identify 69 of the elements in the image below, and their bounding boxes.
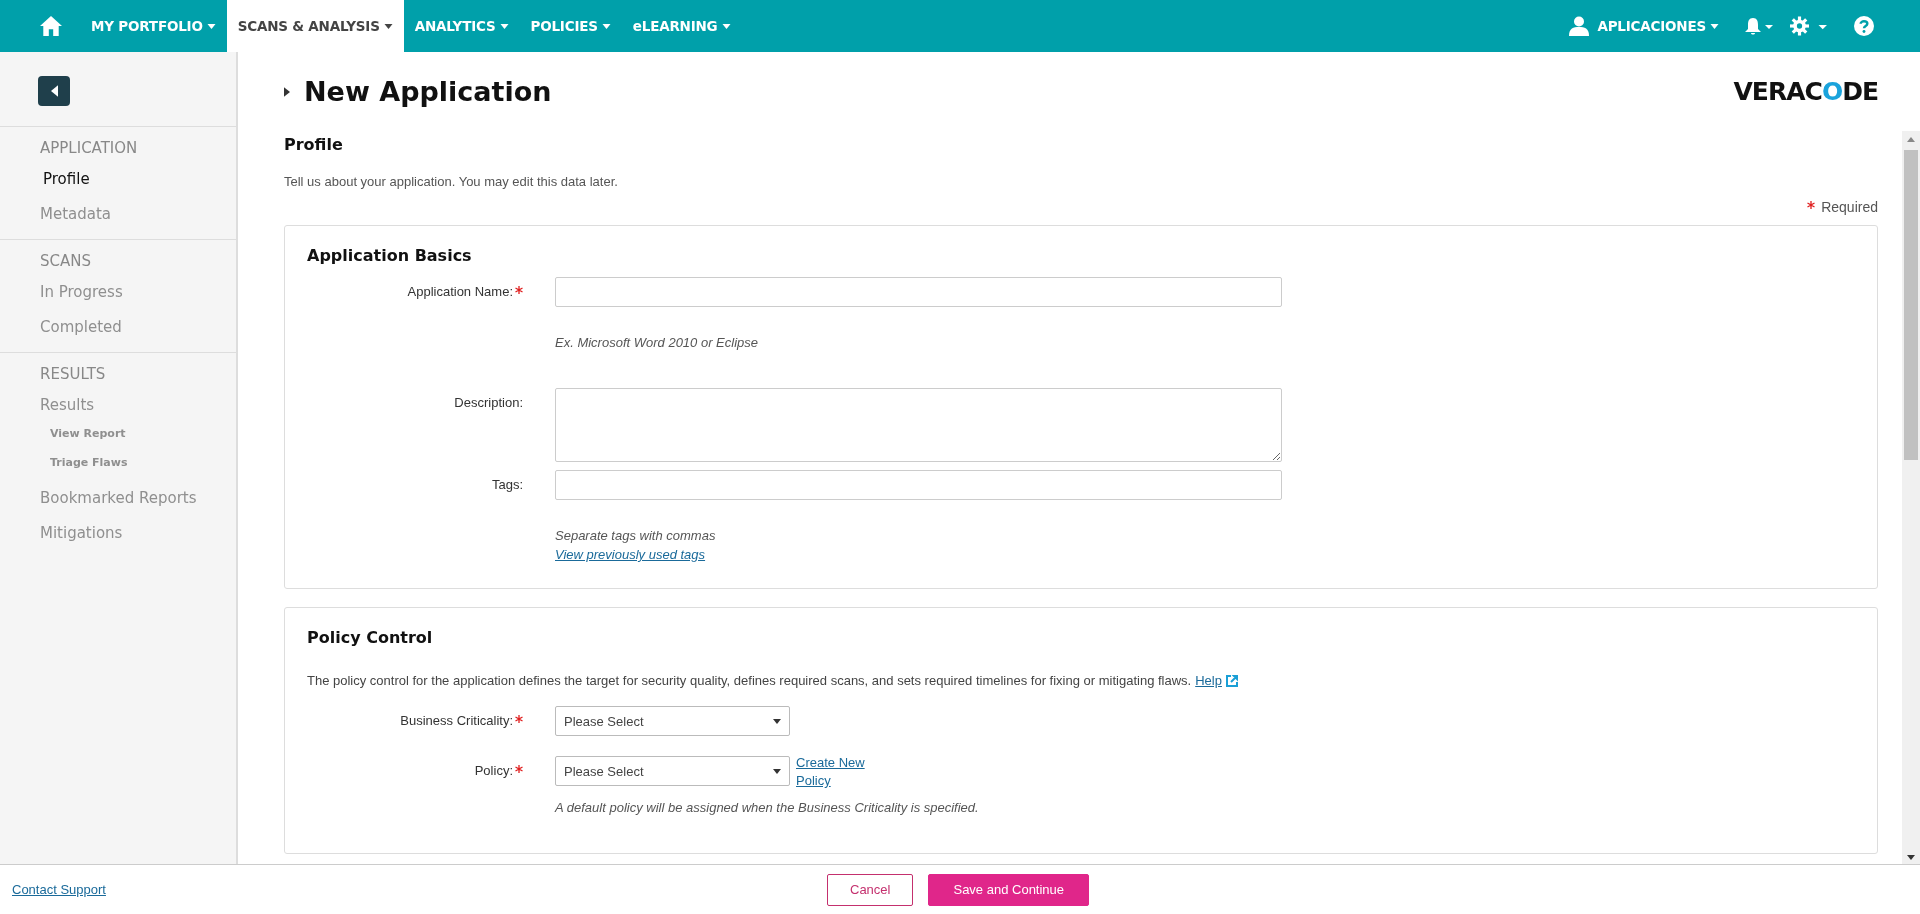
field-label: Application Name: bbox=[407, 284, 513, 301]
field-label: Business Criticality: bbox=[400, 713, 513, 730]
caret-icon bbox=[601, 23, 611, 29]
sidebar-subitem[interactable]: View Report bbox=[40, 424, 236, 453]
textarea-input[interactable] bbox=[555, 388, 1282, 462]
required-icon bbox=[515, 286, 523, 294]
user-menu[interactable]: APLICACIONES bbox=[1589, 0, 1730, 52]
field-label: Policy: bbox=[474, 763, 513, 780]
sidebar-item[interactable]: Bookmarked Reports bbox=[40, 482, 236, 517]
sidebar-section-title: APPLICATION bbox=[40, 139, 139, 159]
text-input[interactable] bbox=[555, 277, 1282, 307]
sidebar-item[interactable]: Completed bbox=[40, 311, 236, 346]
required-legend: Required bbox=[1821, 199, 1878, 215]
sidebar-item[interactable]: Metadata bbox=[40, 198, 236, 233]
home-icon[interactable] bbox=[40, 16, 62, 36]
nav-menu-item[interactable]: MY PORTFOLIO bbox=[80, 0, 227, 52]
page-title: New Application bbox=[304, 76, 552, 107]
card-description: The policy control for the application defines the target for security quality, defines required scans, and sets required timelines for fixing or mitigating flaws. bbox=[307, 673, 1192, 688]
caret-icon bbox=[383, 23, 393, 29]
footer-button[interactable]: Cancel bbox=[827, 873, 914, 906]
field-label: Description: bbox=[454, 395, 523, 412]
caret-icon bbox=[1710, 23, 1719, 29]
caret-icon bbox=[206, 23, 216, 29]
scrollbar[interactable] bbox=[1902, 131, 1920, 864]
required-icon bbox=[515, 765, 523, 773]
left-triangle-icon bbox=[50, 85, 58, 97]
field-hint: Ex. Microsoft Word 2010 or Eclipse bbox=[555, 335, 760, 350]
text-input[interactable] bbox=[555, 470, 1282, 500]
sidebar-item[interactable]: Results bbox=[40, 389, 236, 424]
card-title: Application Basics bbox=[307, 246, 473, 265]
help-link[interactable]: Help bbox=[1195, 673, 1222, 688]
caret-icon bbox=[773, 768, 781, 774]
caret-icon bbox=[773, 718, 781, 724]
field-hint: A default policy will be assigned when the Business Criticality is specified. bbox=[555, 800, 980, 815]
sidebar-section-title: RESULTS bbox=[40, 365, 107, 385]
required-icon bbox=[1807, 201, 1816, 209]
field-hint: Separate tags with commas bbox=[555, 528, 717, 543]
sidebar-section-title: SCANS bbox=[40, 252, 92, 272]
required-icon bbox=[515, 715, 523, 723]
sidebar-item[interactable]: Mitigations bbox=[40, 517, 236, 552]
logo: VERACODE bbox=[1733, 77, 1878, 106]
sidebar-item[interactable]: Profile bbox=[40, 163, 236, 198]
back-button[interactable] bbox=[38, 76, 70, 106]
section-description: Tell us about your application. You may edit this data later. bbox=[284, 174, 619, 189]
tags-link[interactable]: View previously used tags bbox=[555, 547, 706, 562]
help-icon[interactable] bbox=[1854, 16, 1874, 36]
field-label: Tags: bbox=[491, 477, 523, 494]
card-title: Policy Control bbox=[307, 628, 434, 647]
nav-menu-item[interactable]: SCANS & ANALYSIS bbox=[226, 0, 404, 52]
nav-menu-item[interactable]: POLICIES bbox=[519, 0, 622, 52]
sidebar-subitem[interactable]: Triage Flaws bbox=[40, 453, 236, 482]
external-link-icon[interactable] bbox=[1225, 674, 1238, 687]
select-field[interactable]: Please Select bbox=[555, 756, 790, 786]
create-policy-link[interactable]: Create New Policy bbox=[796, 754, 866, 790]
settings-icon[interactable] bbox=[1790, 16, 1828, 36]
contact-support-link[interactable]: Contact Support bbox=[12, 882, 106, 897]
select-field[interactable]: Please Select bbox=[555, 706, 790, 736]
expand-arrow-icon[interactable] bbox=[284, 86, 290, 97]
bell-icon[interactable] bbox=[1744, 16, 1774, 36]
scroll-up-icon[interactable] bbox=[1907, 137, 1915, 142]
scroll-down-icon[interactable] bbox=[1907, 855, 1915, 860]
caret-icon bbox=[721, 23, 731, 29]
sidebar-item[interactable]: In Progress bbox=[40, 276, 236, 311]
user-icon[interactable] bbox=[1569, 16, 1590, 36]
nav-menu-item[interactable]: ANALYTICS bbox=[403, 0, 520, 52]
section-title: Profile bbox=[284, 135, 344, 154]
nav-menu-item[interactable]: eLEARNING bbox=[621, 0, 742, 52]
caret-icon bbox=[499, 23, 509, 29]
footer-button[interactable]: Save and Continue bbox=[928, 873, 1090, 906]
